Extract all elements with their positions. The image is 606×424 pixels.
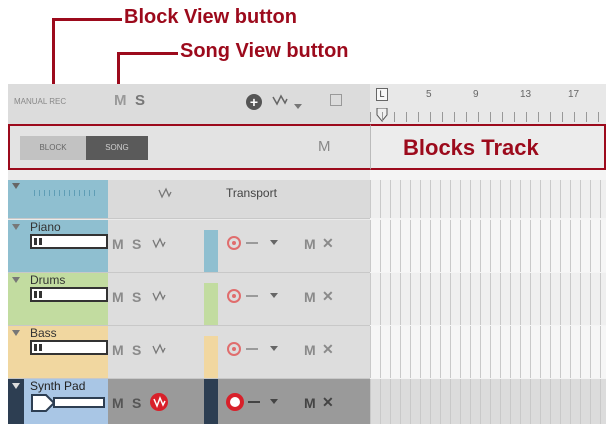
toolbar-s-button[interactable]: S [135, 92, 145, 109]
mute-button[interactable]: M [112, 289, 124, 305]
transport-automation-icon[interactable] [158, 186, 172, 204]
automation-icon[interactable] [152, 236, 166, 254]
input-dropdown-icon[interactable] [270, 346, 278, 351]
remove-track-icon[interactable]: ✕ [322, 288, 334, 305]
ruler-ticks [370, 112, 606, 122]
arrangement-area[interactable]: Blocks Track [370, 124, 606, 424]
track-name: Bass [30, 326, 57, 340]
track-expand-icon[interactable] [12, 224, 20, 230]
track-mute-button[interactable]: M [304, 289, 316, 305]
input-dropdown-icon[interactable] [270, 399, 278, 404]
transport-expand-icon[interactable] [12, 183, 20, 189]
remove-track-icon[interactable]: ✕ [322, 394, 334, 411]
record-arm-icon[interactable] [227, 342, 241, 356]
loop-start-marker[interactable]: L [376, 88, 388, 101]
song-view-callout-label: Song View button [180, 40, 349, 62]
instrument-icon[interactable] [30, 287, 108, 302]
song-callout-line-h [117, 52, 178, 55]
block-callout-line-h [52, 18, 122, 21]
transport-swatch [8, 180, 108, 218]
drums-lane[interactable] [370, 273, 606, 325]
instrument-icon[interactable] [30, 393, 108, 418]
track-expand-icon[interactable] [12, 383, 20, 389]
blocks-track-label: Blocks Track [403, 135, 539, 160]
remove-track-icon[interactable]: ✕ [322, 235, 334, 252]
ruler-mark: 9 [473, 89, 479, 100]
track-mute-button[interactable]: M [304, 342, 316, 358]
app-window: MANUAL REC M S + L 5 9 13 17 BLOCK SONG [8, 84, 606, 424]
instrument-icon[interactable] [30, 340, 108, 355]
input-level-icon [248, 401, 260, 403]
mute-button[interactable]: M [112, 236, 124, 252]
automation-icon[interactable] [152, 289, 166, 307]
grid-toggle-icon[interactable] [330, 94, 342, 106]
input-level-icon [246, 295, 258, 297]
automation-icon[interactable] [152, 342, 166, 360]
manual-rec-button[interactable]: MANUAL REC [14, 97, 66, 106]
view-buttons-row: BLOCK SONG M [8, 124, 370, 170]
record-arm-icon[interactable] [227, 236, 241, 250]
track-color-bar [204, 230, 218, 272]
input-dropdown-icon[interactable] [270, 293, 278, 298]
automation-dropdown-icon[interactable] [294, 97, 302, 115]
record-arm-icon[interactable] [226, 393, 244, 411]
input-dropdown-icon[interactable] [270, 240, 278, 245]
track-color-bar [204, 379, 218, 424]
ruler-mark: 17 [568, 89, 580, 100]
track-expand-icon[interactable] [12, 330, 20, 336]
bass-lane[interactable] [370, 326, 606, 378]
track-mute-button[interactable]: M [304, 395, 316, 411]
track-synth-pad[interactable]: Synth Pad M S M ✕ [8, 379, 370, 424]
ruler-mark: 5 [426, 89, 432, 100]
input-level-icon [246, 242, 258, 244]
add-track-icon[interactable]: + [246, 94, 262, 110]
transport-meter [34, 190, 96, 196]
song-view-button[interactable]: SONG [86, 136, 148, 160]
track-name: Synth Pad [30, 379, 86, 393]
track-bass[interactable]: Bass M S M ✕ [8, 326, 370, 379]
block-view-callout-label: Block View button [124, 6, 297, 28]
solo-button[interactable]: S [132, 342, 141, 358]
blocks-track-lane[interactable]: Blocks Track [370, 124, 606, 170]
track-name: Drums [30, 273, 66, 287]
timeline-ruler[interactable]: L 5 9 13 17 [370, 84, 606, 124]
block-view-button[interactable]: BLOCK [20, 136, 86, 160]
ruler-mark: 13 [520, 89, 532, 100]
solo-button[interactable]: S [132, 395, 141, 411]
track-mute-button[interactable]: M [304, 236, 316, 252]
track-name: Piano [30, 220, 61, 234]
track-list: BLOCK SONG M Transport Piano M S M ✕ Dru… [8, 124, 370, 424]
transport-track: Transport [8, 180, 370, 219]
track-color-bar [204, 336, 218, 378]
piano-lane[interactable] [370, 220, 606, 272]
synth-pad-lane[interactable] [370, 379, 606, 424]
transport-lane[interactable] [370, 180, 606, 218]
toolbar-m-button[interactable]: M [114, 92, 127, 109]
track-color-bar [204, 283, 218, 325]
automation-icon[interactable] [150, 393, 168, 411]
track-drums[interactable]: Drums M S M ✕ [8, 273, 370, 326]
remove-track-icon[interactable]: ✕ [322, 341, 334, 358]
mute-button[interactable]: M [112, 395, 124, 411]
mute-button[interactable]: M [112, 342, 124, 358]
track-piano[interactable]: Piano M S M ✕ [8, 220, 370, 273]
input-level-icon [246, 348, 258, 350]
solo-button[interactable]: S [132, 236, 141, 252]
track-expand-icon[interactable] [12, 277, 20, 283]
toolbar: MANUAL REC M S + L 5 9 13 17 [8, 84, 606, 125]
instrument-icon[interactable] [30, 234, 108, 249]
automation-icon[interactable] [272, 93, 288, 112]
transport-label: Transport [226, 186, 277, 200]
solo-button[interactable]: S [132, 289, 141, 305]
blocks-track-mute-button[interactable]: M [318, 138, 331, 155]
record-arm-icon[interactable] [227, 289, 241, 303]
